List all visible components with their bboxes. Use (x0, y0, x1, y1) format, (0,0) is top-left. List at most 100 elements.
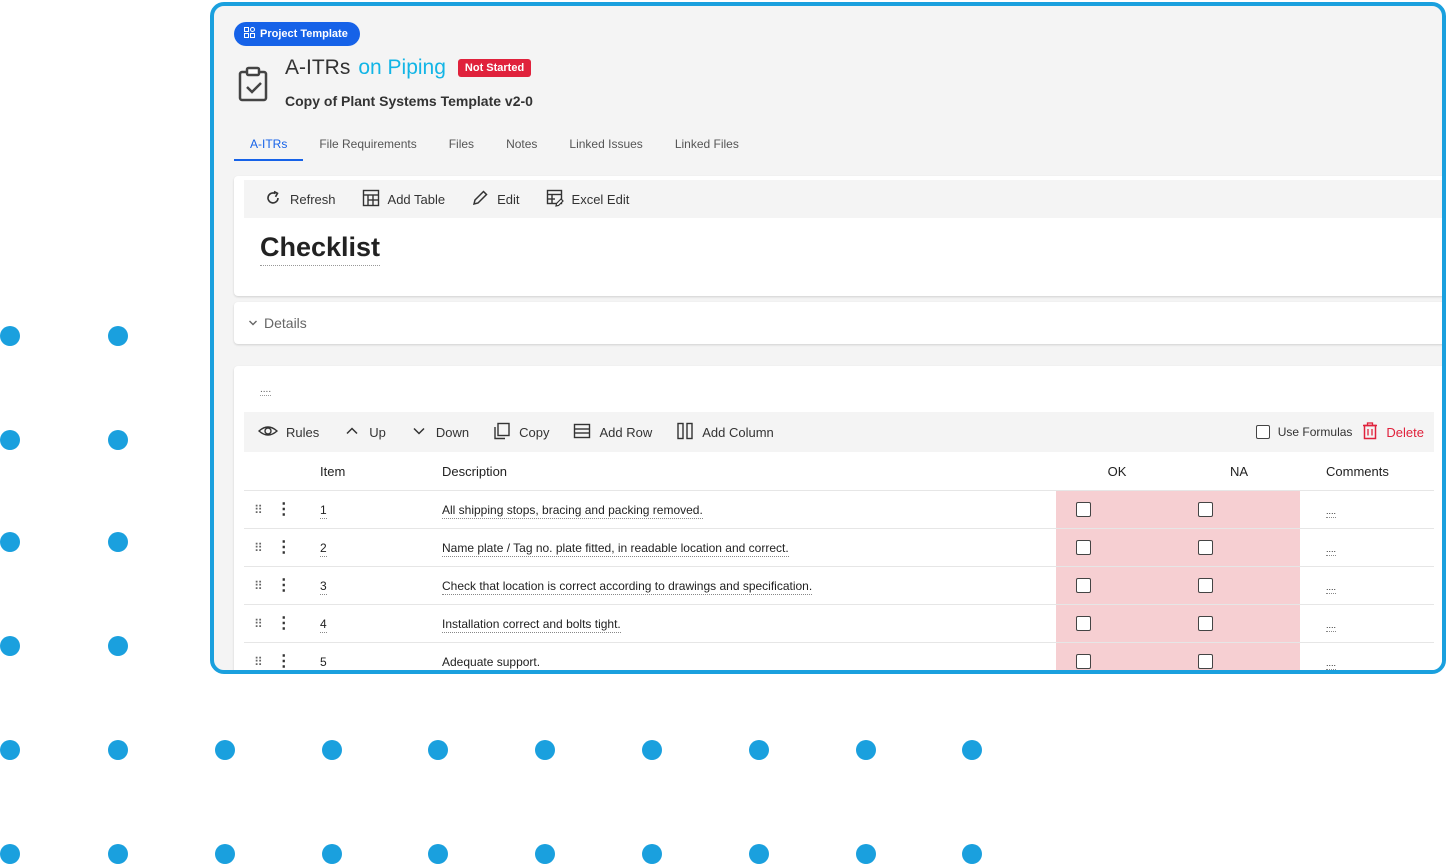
comment-cell[interactable]: .... (1326, 543, 1337, 556)
description-cell[interactable]: All shipping stops, bracing and packing … (442, 502, 703, 519)
move-down-button[interactable]: Down (410, 422, 469, 443)
add-row-label: Add Row (599, 424, 653, 440)
row-menu-icon[interactable]: ⋮ (276, 539, 292, 555)
drag-handle-icon[interactable]: ⠿ (254, 579, 263, 593)
item-cell[interactable]: 3 (320, 578, 327, 595)
table-row: ⠿ ⋮ 5 Adequate support. .... (244, 643, 1434, 670)
ok-checkbox[interactable] (1076, 578, 1091, 593)
decor-dot (322, 844, 342, 864)
ok-checkbox[interactable] (1076, 654, 1091, 669)
table-icon (362, 189, 380, 210)
na-checkbox[interactable] (1198, 578, 1213, 593)
rules-button[interactable]: Rules (257, 422, 319, 443)
drag-handle-icon[interactable]: ⠿ (254, 541, 263, 555)
project-template-chip[interactable]: Project Template (234, 22, 360, 46)
chevron-up-icon (343, 422, 361, 443)
add-row-button[interactable]: Add Row (573, 422, 652, 443)
move-up-button[interactable]: Up (343, 422, 386, 443)
decor-dot (215, 740, 235, 760)
table-row: ⠿ ⋮ 2 Name plate / Tag no. plate fitted, … (244, 529, 1434, 567)
excel-edit-button[interactable]: Excel Edit (546, 189, 630, 210)
tab-file-requirements[interactable]: File Requirements (303, 131, 432, 161)
na-checkbox[interactable] (1198, 654, 1213, 669)
item-cell[interactable]: 1 (320, 502, 327, 519)
tab-linked-issues[interactable]: Linked Issues (553, 131, 658, 161)
comment-cell[interactable]: .... (1326, 581, 1337, 594)
grid-icon (244, 27, 255, 41)
refresh-icon (264, 189, 282, 210)
edit-button[interactable]: Edit (471, 189, 520, 210)
tab-linked-files[interactable]: Linked Files (659, 131, 755, 161)
table-card: .... Rules Up Down Copy Add Row Add Colu… (234, 366, 1442, 670)
na-checkbox[interactable] (1198, 502, 1213, 517)
row-menu-icon[interactable]: ⋮ (276, 653, 292, 669)
checklist-title[interactable]: Checklist (260, 232, 381, 266)
column-header-comments[interactable]: Comments (1300, 464, 1434, 479)
decor-dot (322, 740, 342, 760)
table-row: ⠿ ⋮ 3 Check that location is correct acco… (244, 567, 1434, 605)
eye-icon (257, 422, 279, 443)
row-menu-icon[interactable]: ⋮ (276, 501, 292, 517)
excel-edit-label: Excel Edit (571, 191, 630, 207)
comment-cell[interactable]: .... (1326, 505, 1337, 518)
decor-dot (428, 844, 448, 864)
use-formulas-toggle[interactable]: Use Formulas (1255, 425, 1352, 439)
comment-cell[interactable]: .... (1326, 657, 1337, 670)
na-checkbox[interactable] (1198, 616, 1213, 631)
add-table-button[interactable]: Add Table (362, 189, 446, 210)
item-cell[interactable]: 5 (320, 654, 327, 670)
ok-checkbox[interactable] (1076, 540, 1091, 555)
decor-dot (0, 430, 20, 450)
delete-button[interactable]: Delete (1362, 421, 1424, 443)
drag-handle-icon[interactable]: ⠿ (254, 617, 263, 631)
tab-notes[interactable]: Notes (490, 131, 553, 161)
drag-handle-icon[interactable]: ⠿ (254, 655, 263, 669)
row-menu-icon[interactable]: ⋮ (276, 577, 292, 593)
refresh-button[interactable]: Refresh (264, 189, 336, 210)
column-header-na[interactable]: NA (1178, 452, 1300, 490)
add-table-label: Add Table (387, 191, 446, 207)
decor-dot (642, 740, 662, 760)
decor-dot (108, 532, 128, 552)
refresh-label: Refresh (290, 191, 336, 207)
add-column-icon (676, 422, 694, 443)
tab-bar: A-ITRs File Requirements Files Notes Lin… (234, 131, 755, 161)
ok-checkbox[interactable] (1076, 502, 1091, 517)
row-menu-icon[interactable]: ⋮ (276, 615, 292, 631)
delete-label: Delete (1386, 424, 1424, 440)
ok-checkbox[interactable] (1076, 616, 1091, 631)
item-cell[interactable]: 4 (320, 616, 327, 633)
description-cell[interactable]: Installation correct and bolts tight. (442, 616, 621, 633)
decor-dot (215, 844, 235, 864)
na-checkbox[interactable] (1198, 540, 1213, 555)
decor-dot (642, 844, 662, 864)
drag-handle-icon[interactable]: ⠿ (254, 503, 263, 517)
tab-files[interactable]: Files (433, 131, 490, 161)
decor-dot (0, 636, 20, 656)
decor-dot (749, 844, 769, 864)
comment-cell[interactable]: .... (1326, 619, 1337, 632)
column-header-description[interactable]: Description (442, 464, 1056, 479)
item-cell[interactable]: 2 (320, 540, 327, 557)
add-column-label: Add Column (702, 424, 774, 440)
details-toggle[interactable]: Details (248, 315, 307, 331)
decor-dot (0, 532, 20, 552)
description-cell[interactable]: Adequate support. (442, 654, 541, 670)
decor-dot (108, 740, 128, 760)
tab-a-itrs[interactable]: A-ITRs (234, 131, 304, 161)
title-suffix[interactable]: on Piping (358, 56, 446, 80)
use-formulas-checkbox[interactable] (1255, 425, 1270, 439)
description-cell[interactable]: Name plate / Tag no. plate fitted, in re… (442, 540, 789, 557)
edit-label: Edit (497, 191, 520, 207)
copy-button[interactable]: Copy (493, 422, 549, 443)
clipboard-check-icon (236, 66, 270, 102)
add-column-button[interactable]: Add Column (676, 422, 774, 443)
decor-dot (749, 740, 769, 760)
table-name-field[interactable]: .... (260, 384, 272, 396)
checklist-table: Item Description OK NA Comments ⠿ ⋮ 1 All… (244, 452, 1434, 670)
column-header-ok[interactable]: OK (1056, 452, 1178, 490)
column-header-item[interactable]: Item (320, 464, 442, 479)
description-cell[interactable]: Check that location is correct according… (442, 578, 813, 595)
details-panel[interactable]: Details (234, 302, 1442, 344)
table-row: ⠿ ⋮ 1 All shipping stops, bracing and pac… (244, 491, 1434, 529)
